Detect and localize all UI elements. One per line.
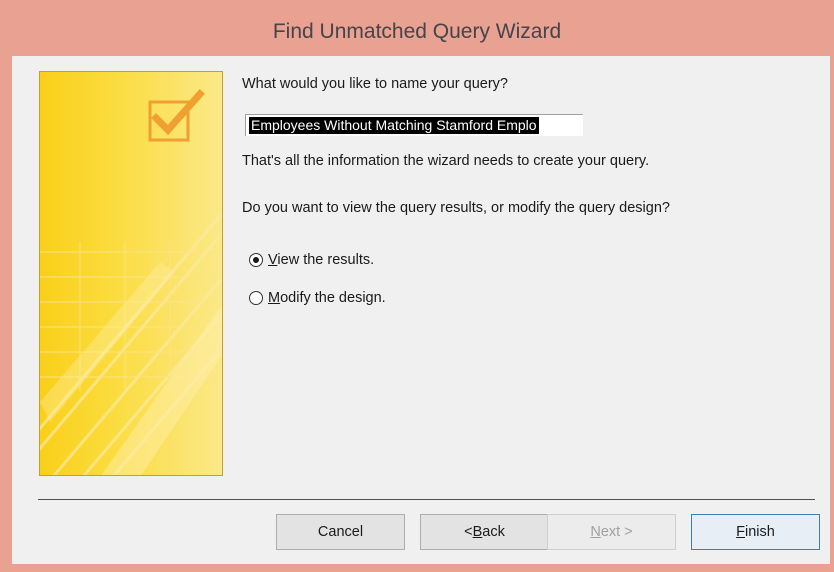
wizard-window: Find Unmatched Query Wizard What would y… bbox=[0, 0, 834, 572]
query-name-input[interactable]: Employees Without Matching Stamford Empl… bbox=[245, 114, 583, 136]
info-text: That's all the information the wizard ne… bbox=[242, 153, 650, 169]
view-results-option[interactable]: View the results. bbox=[249, 249, 374, 271]
side-panel-graphic bbox=[40, 89, 222, 475]
modify-design-radio[interactable] bbox=[249, 291, 263, 305]
view-or-modify-question: Do you want to view the query results, o… bbox=[242, 200, 670, 216]
view-results-label[interactable]: View the results. bbox=[268, 252, 374, 268]
modify-design-option[interactable]: Modify the design. bbox=[249, 287, 386, 309]
cancel-button[interactable]: Cancel bbox=[276, 514, 405, 550]
finish-button[interactable]: Finish bbox=[691, 514, 820, 550]
window-title: Find Unmatched Query Wizard bbox=[272, 20, 562, 43]
next-button[interactable]: Next > bbox=[547, 514, 676, 550]
view-results-radio[interactable] bbox=[249, 253, 263, 267]
wizard-side-illustration bbox=[39, 71, 223, 476]
query-name-prompt: What would you like to name your query? bbox=[242, 76, 508, 92]
back-button[interactable]: < Back bbox=[420, 514, 549, 550]
wizard-content: What would you like to name your query? … bbox=[12, 56, 830, 564]
checkbox-check-icon bbox=[148, 89, 205, 142]
button-divider bbox=[38, 499, 815, 500]
window-bottom-border bbox=[0, 564, 834, 572]
query-name-value[interactable]: Employees Without Matching Stamford Empl… bbox=[249, 117, 539, 134]
modify-design-label[interactable]: Modify the design. bbox=[268, 290, 386, 306]
